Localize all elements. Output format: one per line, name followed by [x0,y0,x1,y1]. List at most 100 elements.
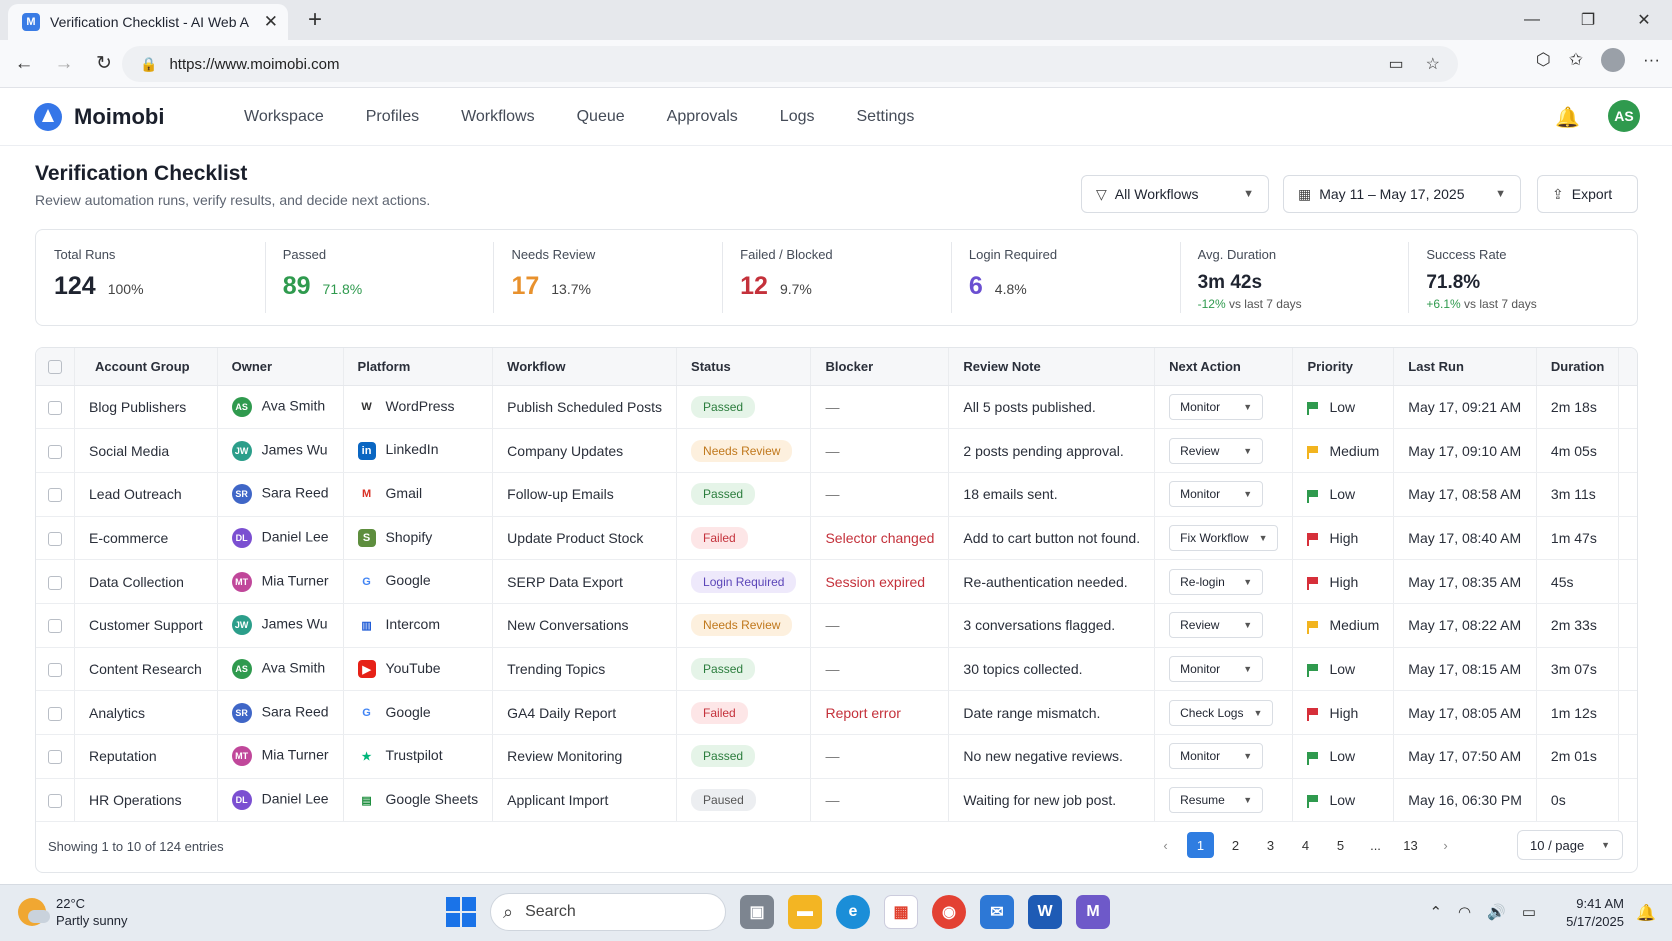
table-row[interactable]: Customer Support JW James Wu ▥ Intercom New C… [36,603,1637,648]
windows-start-icon[interactable] [446,897,476,927]
page-5[interactable]: 5 [1327,832,1354,858]
next-page-icon[interactable]: › [1432,832,1459,858]
collections-icon[interactable]: ✩ [1569,50,1583,70]
page-13[interactable]: 13 [1397,832,1424,858]
next-action-dropdown[interactable]: Re-login ▼ [1169,568,1264,595]
screen-cast-icon[interactable]: ▭ [1389,54,1404,74]
next-action-dropdown[interactable]: Review ▼ [1169,437,1264,464]
page-3[interactable]: 3 [1257,832,1284,858]
battery-icon[interactable]: ▭ [1522,903,1536,921]
prev-page-icon[interactable]: ‹ [1152,832,1179,858]
wifi-icon[interactable]: ◠ [1458,903,1471,921]
favorite-star-icon[interactable]: ☆ [1426,54,1440,74]
col-workflow[interactable]: Workflow [492,348,678,386]
restore-icon[interactable]: ❐ [1560,0,1616,40]
extensions-icon[interactable]: ⬡ [1536,50,1551,70]
row-menu-icon[interactable]: ⋮ [1618,516,1637,561]
col-account-group[interactable]: Account Group [74,348,218,386]
row-checkbox[interactable] [48,619,62,634]
minimize-icon[interactable]: — [1504,0,1560,40]
page-4[interactable]: 4 [1292,832,1319,858]
url-field[interactable]: 🔒 https://www.moimobi.com ▭ ☆ [122,46,1458,82]
next-action-dropdown[interactable]: Resume ▼ [1169,787,1264,814]
row-menu-icon[interactable]: ⋮ [1618,647,1637,692]
workflow-filter-dropdown[interactable]: ▽ All Workflows ▼ [1081,175,1269,213]
col-owner[interactable]: Owner [217,348,344,386]
browser-tab[interactable]: M Verification Checklist - AI Web A ✕ [8,4,288,40]
nav-approvals[interactable]: Approvals [667,108,738,126]
table-row[interactable]: Reputation MT Mia Turner ★ Trustpilot Review … [36,734,1637,779]
browser-profile-icon[interactable] [1601,48,1626,72]
col-platform[interactable]: Platform [343,348,494,386]
date-range-picker[interactable]: ▦ May 11 – May 17, 2025 ▼ [1283,175,1521,213]
row-menu-icon[interactable]: ⋮ [1618,385,1637,430]
table-row[interactable]: Blog Publishers AS Ava Smith W WordPress Publ… [36,385,1637,430]
table-row[interactable]: Content Research AS Ava Smith ▶ YouTube Trend… [36,647,1637,692]
new-tab-icon[interactable]: + [308,6,322,34]
reload-icon[interactable]: ↻ [88,52,120,75]
forward-icon[interactable]: → [48,53,80,75]
row-menu-icon[interactable]: ⋮ [1618,472,1637,517]
col-next-action[interactable]: Next Action [1154,348,1294,386]
app-logo[interactable]: Moimobi [34,102,244,131]
back-icon[interactable]: ← [8,53,40,75]
moimobi-app-icon[interactable]: M [1076,895,1110,929]
col-blocker[interactable]: Blocker [810,348,950,386]
close-tab-icon[interactable]: ✕ [264,12,278,32]
per-page-select[interactable]: 10 / page ▼ [1517,830,1623,860]
select-all-checkbox[interactable] [48,360,62,375]
next-action-dropdown[interactable]: Fix Workflow ▼ [1169,524,1279,551]
col-duration[interactable]: Duration [1536,348,1620,386]
file-explorer-icon[interactable]: ▬ [788,895,822,929]
row-menu-icon[interactable]: ⋮ [1618,559,1637,604]
table-row[interactable]: Data Collection MT Mia Turner G Google SERP D… [36,559,1637,604]
page-1[interactable]: 1 [1187,832,1214,858]
ms-store-icon[interactable]: ▦ [884,895,918,929]
task-view-icon[interactable]: ▣ [740,895,774,929]
taskbar-search[interactable]: ⌕ Search [490,893,726,931]
notifications-icon[interactable]: 🔔 [1636,903,1656,923]
col-status[interactable]: Status [676,348,812,386]
nav-logs[interactable]: Logs [780,108,815,126]
volume-icon[interactable]: 🔊 [1487,903,1506,921]
next-action-dropdown[interactable]: Review ▼ [1169,612,1264,639]
browser-menu-icon[interactable]: ··· [1643,50,1660,70]
tray-chevron-up-icon[interactable]: ⌃ [1429,903,1442,921]
row-checkbox[interactable] [48,444,62,459]
word-icon[interactable]: W [1028,895,1062,929]
next-action-dropdown[interactable]: Monitor ▼ [1169,655,1264,682]
table-row[interactable]: HR Operations DL Daniel Lee ▤ Google Sheets A… [36,778,1637,823]
row-checkbox[interactable] [48,488,62,503]
edge-browser-icon[interactable]: e [836,895,870,929]
nav-queue[interactable]: Queue [577,108,625,126]
col-review-note[interactable]: Review Note [948,348,1156,386]
nav-workspace[interactable]: Workspace [244,108,324,126]
next-action-dropdown[interactable]: Monitor ▼ [1169,481,1264,508]
row-checkbox[interactable] [48,706,62,721]
table-row[interactable]: Lead Outreach SR Sara Reed M Gmail Follow-up … [36,472,1637,517]
nav-workflows[interactable]: Workflows [461,108,535,126]
page-2[interactable]: 2 [1222,832,1249,858]
col-last-run[interactable]: Last Run [1393,348,1537,386]
next-action-dropdown[interactable]: Monitor ▼ [1169,393,1264,420]
taskbar-clock[interactable]: 9:41 AM 5/17/2025 [1566,895,1624,931]
close-window-icon[interactable]: ✕ [1616,0,1672,40]
mail-icon[interactable]: ✉ [980,895,1014,929]
col-priority[interactable]: Priority [1292,348,1395,386]
row-menu-icon[interactable]: ⋮ [1618,778,1637,823]
row-checkbox[interactable] [48,575,62,590]
nav-settings[interactable]: Settings [857,108,915,126]
table-row[interactable]: E-commerce DL Daniel Lee S Shopify Update Pro… [36,516,1637,561]
table-row[interactable]: Analytics SR Sara Reed G Google GA4 Daily Rep… [36,690,1637,735]
weather-widget[interactable]: 22°C Partly sunny [18,895,128,929]
row-checkbox[interactable] [48,532,62,547]
chrome-icon[interactable]: ◉ [932,895,966,929]
table-row[interactable]: Social Media JW James Wu in LinkedIn Company … [36,428,1637,473]
export-button[interactable]: ⇪ Export [1537,175,1638,213]
row-checkbox[interactable] [48,400,62,415]
next-action-dropdown[interactable]: Check Logs ▼ [1169,699,1274,726]
row-menu-icon[interactable]: ⋮ [1618,734,1637,779]
user-avatar[interactable]: AS [1608,100,1640,132]
row-menu-icon[interactable]: ⋮ [1618,603,1637,648]
row-menu-icon[interactable]: ⋮ [1618,690,1637,735]
